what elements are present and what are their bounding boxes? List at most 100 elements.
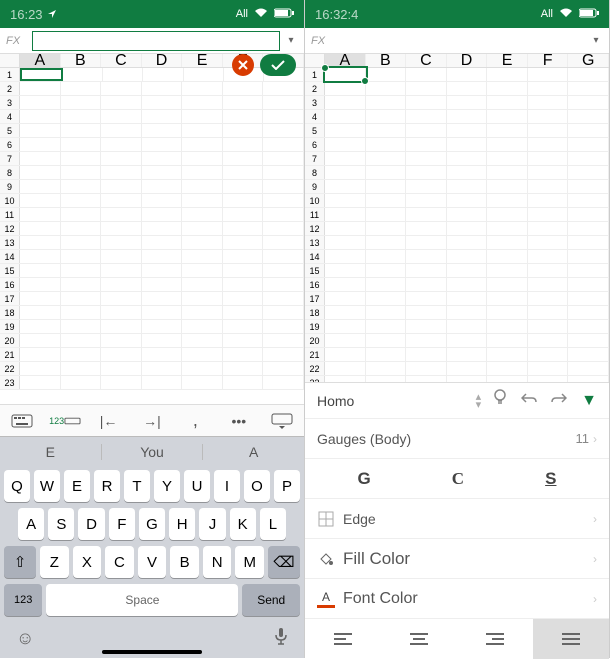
row-header[interactable]: 2 (0, 82, 20, 95)
cell[interactable] (406, 236, 447, 249)
cell[interactable] (325, 194, 366, 207)
spreadsheet[interactable]: A B C D E F G 12345678910111213141516171… (305, 54, 609, 382)
column-header[interactable]: B (366, 54, 407, 67)
cell[interactable] (223, 306, 264, 319)
cell[interactable] (406, 250, 447, 263)
cell[interactable] (101, 208, 142, 221)
cell[interactable] (223, 250, 264, 263)
suggestion[interactable]: You (102, 444, 204, 460)
cell[interactable] (366, 110, 407, 123)
cell[interactable] (20, 110, 61, 123)
cell[interactable] (101, 264, 142, 277)
cell[interactable] (182, 96, 223, 109)
cell[interactable] (142, 320, 183, 333)
key-a[interactable]: A (18, 508, 44, 540)
row-header[interactable]: 18 (0, 306, 20, 319)
cell[interactable] (142, 334, 183, 347)
cell[interactable] (528, 236, 569, 249)
cell[interactable] (325, 152, 366, 165)
cell[interactable] (142, 222, 183, 235)
cell[interactable] (63, 68, 103, 81)
cell[interactable] (182, 166, 223, 179)
cell[interactable] (101, 166, 142, 179)
cell[interactable] (61, 166, 102, 179)
cell[interactable] (568, 82, 609, 95)
cancel-button[interactable] (232, 54, 254, 76)
row-header[interactable]: 23 (0, 376, 20, 389)
row-header[interactable]: 21 (305, 348, 325, 361)
cell[interactable] (61, 250, 102, 263)
dismiss-keyboard-icon[interactable] (266, 409, 298, 433)
cell[interactable] (20, 278, 61, 291)
cell[interactable] (20, 208, 61, 221)
cell[interactable] (182, 320, 223, 333)
row-header[interactable]: 18 (305, 306, 325, 319)
cell[interactable] (263, 138, 304, 151)
cell[interactable] (182, 194, 223, 207)
cell[interactable] (263, 110, 304, 123)
cell[interactable] (20, 320, 61, 333)
mic-icon[interactable] (274, 627, 288, 650)
formula-dropdown-icon[interactable]: ▾ (284, 35, 298, 46)
cell[interactable] (406, 362, 447, 375)
key-i[interactable]: I (214, 470, 240, 502)
cell[interactable] (61, 362, 102, 375)
cell[interactable] (487, 334, 528, 347)
cell[interactable] (366, 152, 407, 165)
align-justify-button[interactable] (533, 619, 609, 659)
tab-switcher-icon[interactable]: ▴▾ (476, 393, 482, 409)
cell[interactable] (223, 166, 264, 179)
key-y[interactable]: Y (154, 470, 180, 502)
cell[interactable] (182, 334, 223, 347)
cell[interactable] (263, 96, 304, 109)
cell[interactable] (20, 362, 61, 375)
cell[interactable] (142, 166, 183, 179)
cell[interactable] (61, 236, 102, 249)
key-s[interactable]: S (48, 508, 74, 540)
tab-left-icon[interactable]: |← (93, 409, 125, 433)
row-header[interactable]: 19 (0, 320, 20, 333)
cell[interactable] (101, 334, 142, 347)
row-header[interactable]: 15 (305, 264, 325, 277)
formula-input[interactable] (32, 31, 280, 51)
cell[interactable] (528, 68, 569, 81)
row-header[interactable]: 3 (0, 96, 20, 109)
emoji-icon[interactable]: ☺ (16, 628, 34, 649)
cell[interactable] (487, 292, 528, 305)
row-header[interactable]: 5 (0, 124, 20, 137)
key-o[interactable]: O (244, 470, 270, 502)
space-key[interactable]: Space (46, 584, 238, 616)
cell[interactable] (528, 306, 569, 319)
key-j[interactable]: J (199, 508, 225, 540)
cell[interactable] (487, 348, 528, 361)
cell[interactable] (406, 138, 447, 151)
cell[interactable] (142, 362, 183, 375)
cell[interactable] (325, 320, 366, 333)
cell[interactable] (223, 376, 264, 389)
cell[interactable] (568, 208, 609, 221)
cell[interactable] (223, 362, 264, 375)
cell[interactable] (447, 320, 488, 333)
cell[interactable] (223, 124, 264, 137)
cell[interactable] (142, 152, 183, 165)
key-k[interactable]: K (230, 508, 256, 540)
undo-icon[interactable] (521, 391, 537, 410)
cell[interactable] (406, 208, 447, 221)
cell[interactable] (61, 82, 102, 95)
cell[interactable] (101, 124, 142, 137)
cell[interactable] (61, 194, 102, 207)
row-header[interactable]: 6 (0, 138, 20, 151)
cell[interactable] (61, 138, 102, 151)
cell[interactable] (61, 306, 102, 319)
cell[interactable] (528, 348, 569, 361)
row-header[interactable]: 22 (0, 362, 20, 375)
numbers-key[interactable]: 123 (4, 584, 42, 616)
cell[interactable] (366, 68, 407, 81)
cell[interactable] (223, 264, 264, 277)
cell[interactable] (20, 82, 61, 95)
cell[interactable] (325, 362, 366, 375)
row-header[interactable]: 4 (0, 110, 20, 123)
cell[interactable] (325, 376, 366, 382)
row-header[interactable]: 17 (305, 292, 325, 305)
cell[interactable] (487, 264, 528, 277)
